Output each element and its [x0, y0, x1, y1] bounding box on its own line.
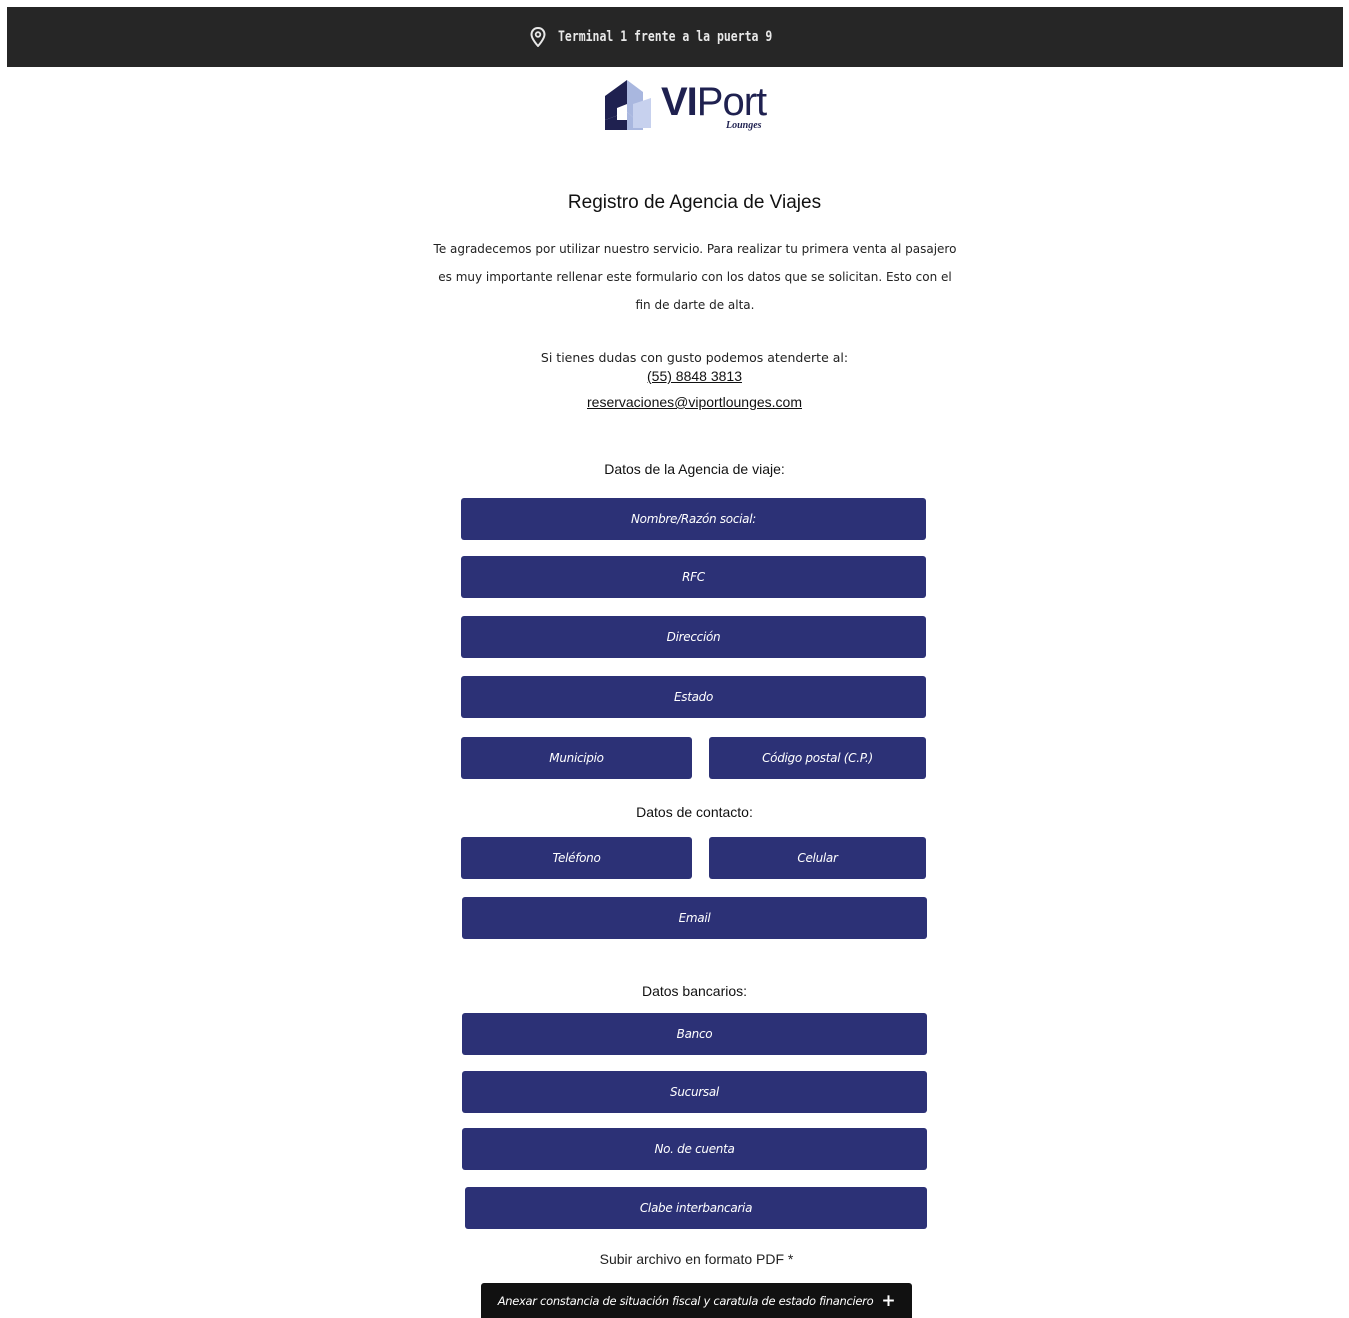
logo-subtitle: Lounges [726, 120, 762, 131]
sucursal-field[interactable]: Sucursal [462, 1071, 927, 1113]
clabe-field[interactable]: Clabe interbancaria [465, 1187, 927, 1229]
page-title: Registro de Agencia de Viajes [567, 192, 822, 213]
intro-text: Te agradecemos por utilizar nuestro serv… [433, 242, 957, 312]
plus-icon: + [881, 1290, 896, 1311]
viport-logo[interactable]: VIPort Lounges [603, 76, 783, 136]
email-link[interactable]: reservaciones@viportlounges.com [0, 394, 1349, 410]
map-pin-icon [530, 27, 546, 47]
phone-link[interactable]: (55) 8848 3813 [0, 368, 1349, 384]
email-field[interactable]: Email [462, 897, 927, 939]
upload-button[interactable]: Anexar constancia de situación fiscal y … [481, 1283, 912, 1318]
nombre-field[interactable]: Nombre/Razón social: [461, 498, 926, 540]
banco-field[interactable]: Banco [462, 1013, 927, 1055]
section-bank: Datos bancarios: [641, 983, 748, 999]
section-agency: Datos de la Agencia de viaje: [604, 461, 785, 477]
telefono-field[interactable]: Teléfono [461, 837, 692, 879]
logo-wordmark: VIPort [661, 80, 767, 124]
upload-label: Subir archivo en formato PDF * [599, 1251, 794, 1267]
top-bar: Terminal 1 frente a la puerta 9 [7, 7, 1343, 67]
estado-field[interactable]: Estado [461, 676, 926, 718]
cuenta-field[interactable]: No. de cuenta [462, 1128, 927, 1170]
page: Terminal 1 frente a la puerta 9 VIPort L… [0, 0, 1349, 1318]
direccion-field[interactable]: Dirección [461, 616, 926, 658]
section-contact: Datos de contacto: [636, 804, 753, 820]
municipio-field[interactable]: Municipio [461, 737, 692, 779]
rfc-field[interactable]: RFC [461, 556, 926, 598]
celular-field[interactable]: Celular [709, 837, 926, 879]
upload-button-label: Anexar constancia de situación fiscal y … [497, 1293, 874, 1308]
logo-mark-icon [605, 80, 651, 130]
location-text: Terminal 1 frente a la puerta 9 [558, 29, 773, 45]
help-text: Si tienes dudas con gusto podemos atende… [540, 350, 849, 365]
cp-field[interactable]: Código postal (C.P.) [709, 737, 926, 779]
